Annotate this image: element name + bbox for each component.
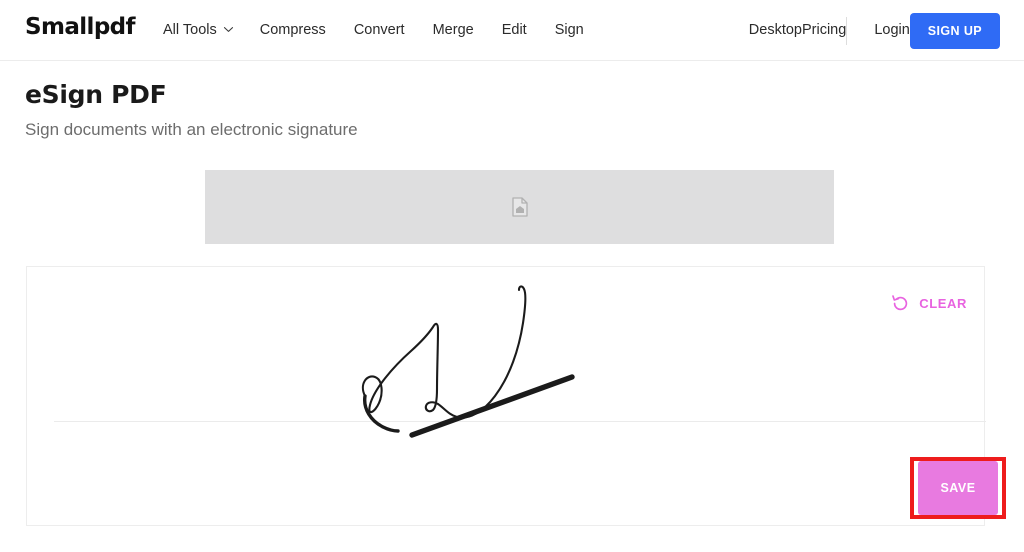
nav-item-pricing[interactable]: Pricing — [802, 21, 846, 40]
sign-up-button[interactable]: SIGN UP — [909, 12, 1000, 49]
nav-item-all-tools-label: All Tools — [163, 22, 217, 38]
page-title: eSign PDF — [25, 80, 167, 109]
secondary-nav: Desktop Pricing Login SIGN UP — [749, 0, 1000, 61]
nav-item-merge[interactable]: Merge — [433, 21, 474, 40]
signature-canvas[interactable] — [27, 267, 986, 527]
nav-item-edit[interactable]: Edit — [502, 21, 527, 40]
signature-pad-card: CLEAR — [26, 266, 986, 527]
nav-item-convert[interactable]: Convert — [354, 21, 405, 40]
save-button-highlight-annotation — [910, 457, 1006, 519]
chevron-down-icon — [223, 24, 233, 33]
page-subtitle: Sign documents with an electronic signat… — [25, 120, 358, 139]
document-preview-placeholder[interactable] — [205, 170, 834, 244]
nav-item-sign[interactable]: Sign — [555, 21, 584, 40]
nav-item-all-tools[interactable]: All Tools — [163, 21, 233, 40]
page-heading-block: eSign PDF Sign documents with an electro… — [25, 78, 358, 141]
nav-item-compress[interactable]: Compress — [260, 21, 326, 40]
nav-divider — [846, 16, 848, 45]
smallpdf-logo[interactable]: Smallpdf — [25, 14, 136, 40]
login-link[interactable]: Login — [874, 21, 909, 40]
nav-item-desktop[interactable]: Desktop — [749, 21, 802, 40]
site-header: Smallpdf All Tools Compress Convert Merg… — [0, 0, 1024, 61]
primary-nav: All Tools Compress Convert Merge Edit Si… — [163, 21, 584, 40]
document-page-icon — [511, 197, 528, 217]
